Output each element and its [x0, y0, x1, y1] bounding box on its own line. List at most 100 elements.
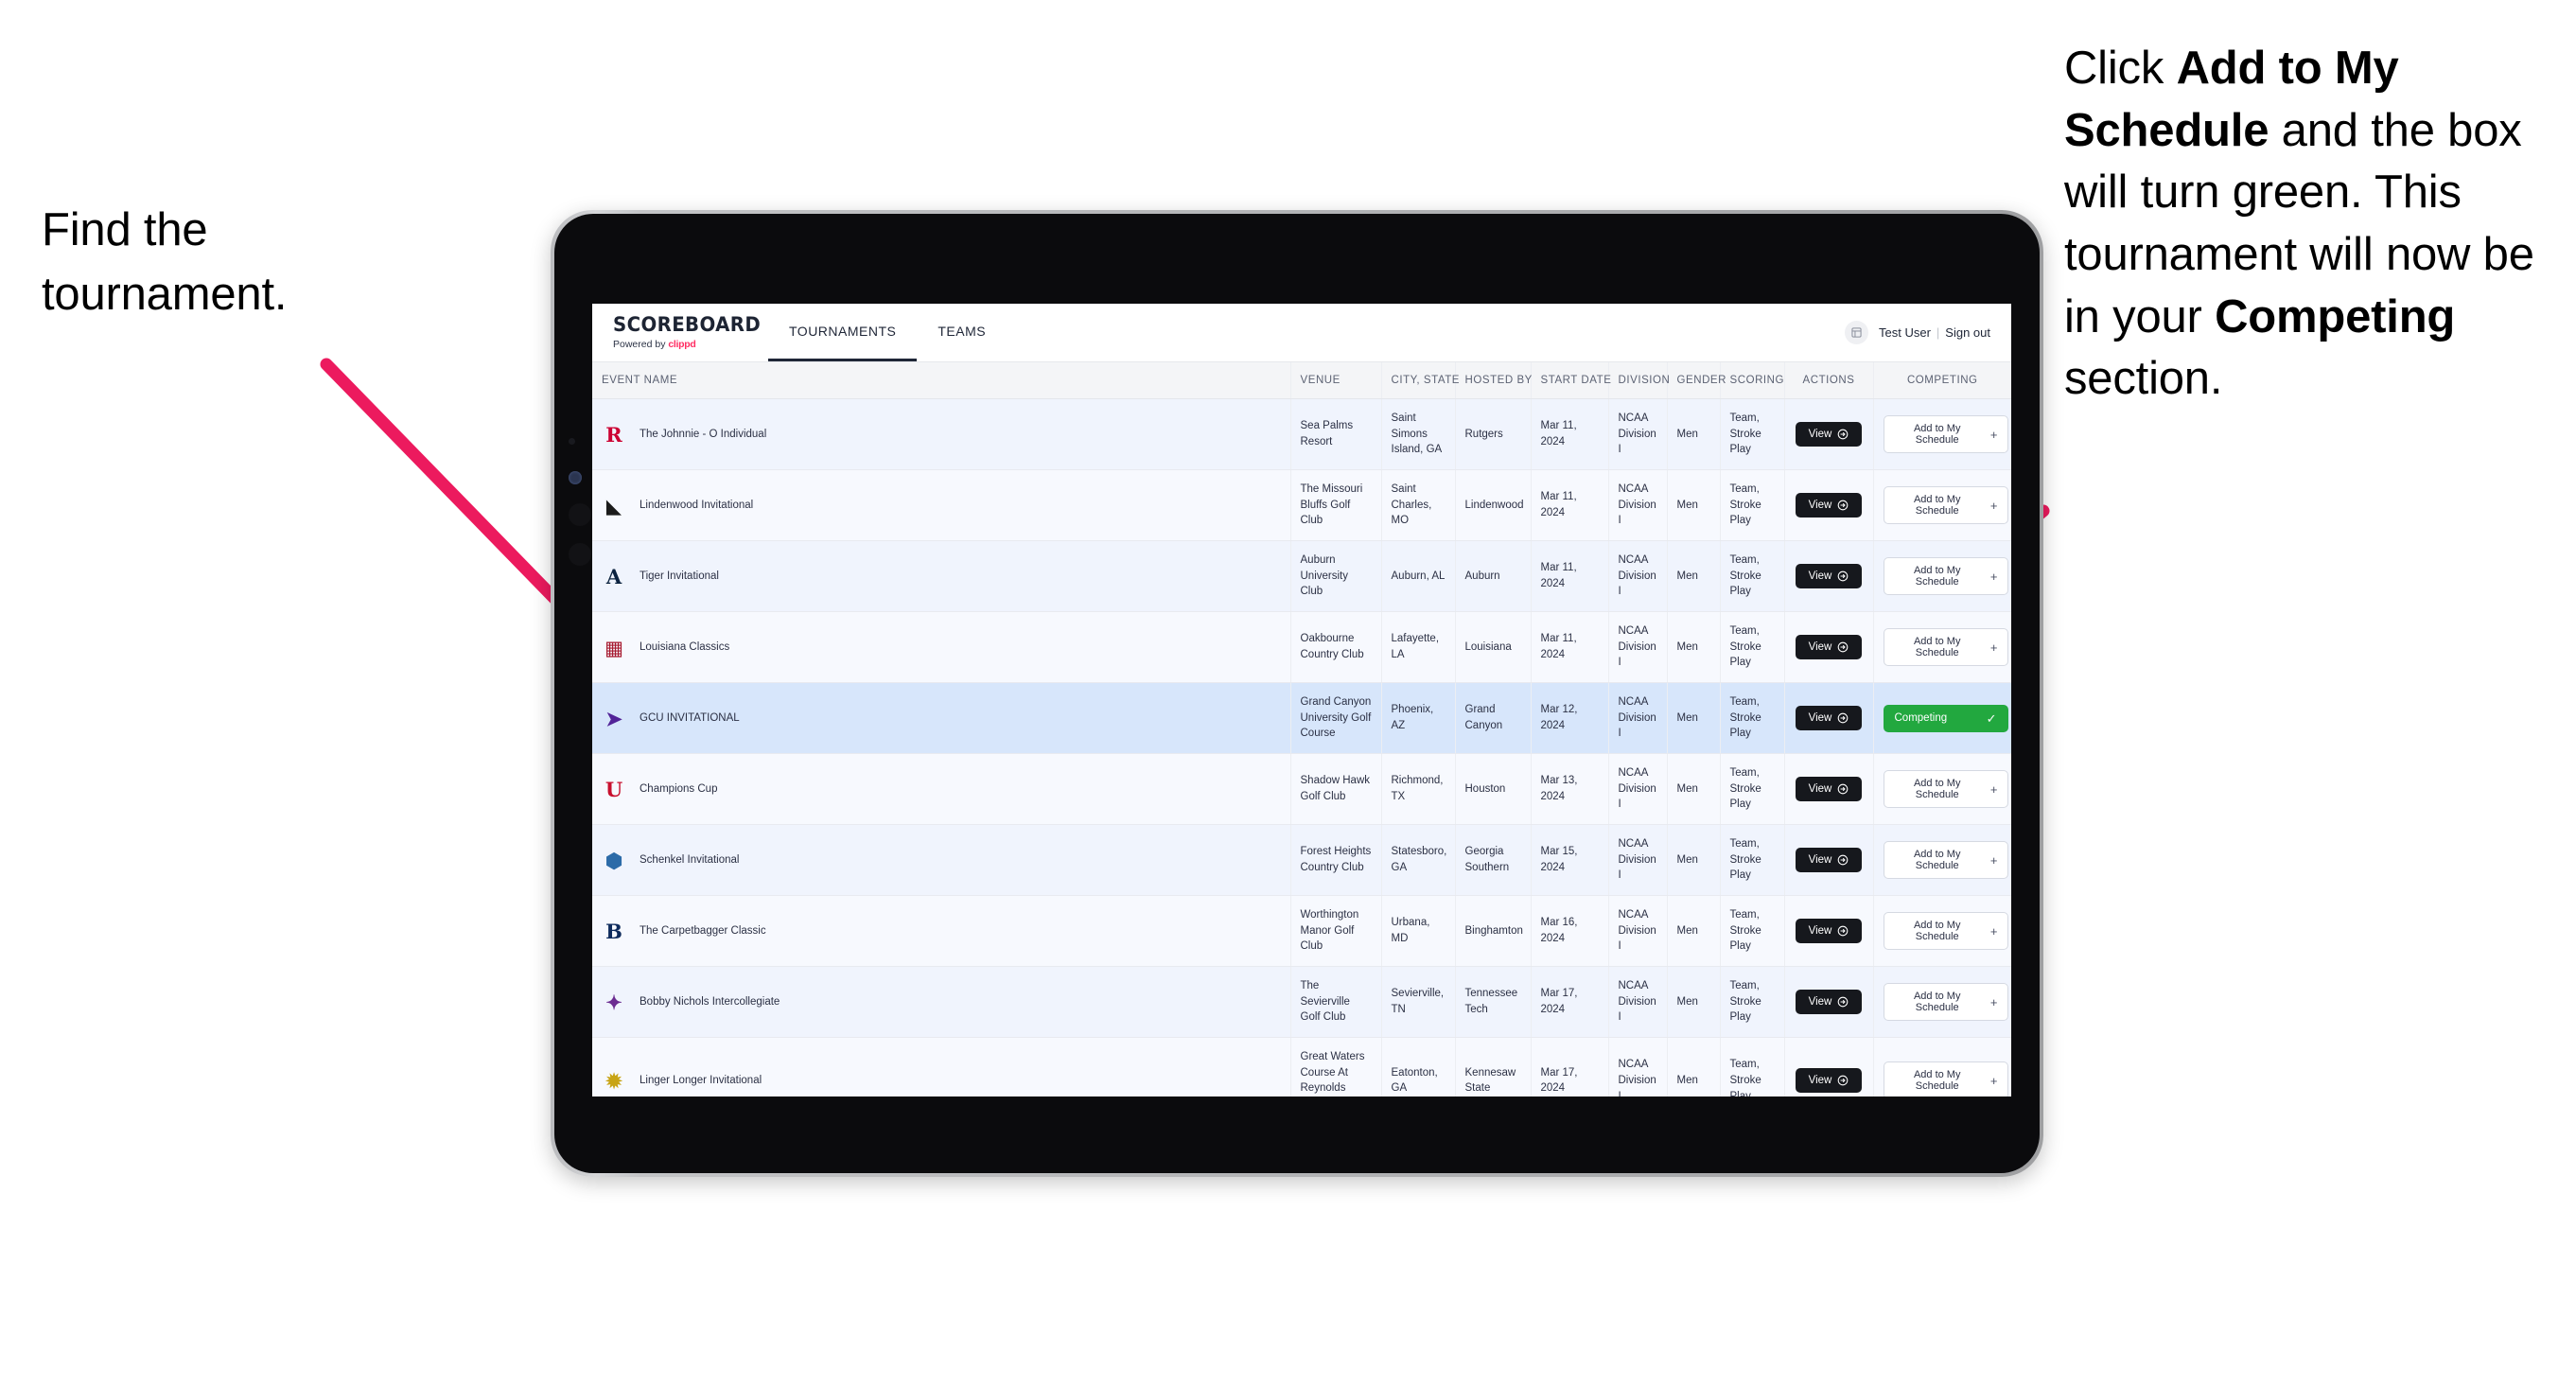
cell-city-state: Lafayette, LA	[1381, 611, 1456, 684]
cell-scoring: Team, Stroke Play	[1720, 398, 1785, 471]
event-name-label: The Carpetbagger Classic	[640, 924, 766, 937]
col-hosted-by[interactable]: HOSTED BY	[1455, 362, 1532, 399]
team-logo-icon: R	[605, 422, 622, 447]
cell-hosted-by: Auburn	[1455, 540, 1532, 613]
arrow-right-circle-icon	[1837, 996, 1849, 1008]
table-row[interactable]: ◣ Lindenwood Invitational The Missouri Blu…	[592, 469, 2011, 542]
view-button[interactable]: View	[1796, 1068, 1862, 1094]
account-area: Test User | Sign out	[1845, 304, 2011, 361]
view-button[interactable]: View	[1796, 777, 1862, 802]
table-row[interactable]: ➤ GCU INVITATIONAL Grand Canyon University…	[592, 682, 2011, 755]
competing-label: Competing	[1894, 712, 1948, 725]
add-to-my-schedule-button[interactable]: Add to My Schedule +	[1883, 770, 2008, 809]
cell-start-date: Mar 13, 2024	[1531, 753, 1609, 826]
plus-icon: +	[1989, 994, 1998, 1009]
add-to-my-schedule-button[interactable]: Add to My Schedule +	[1883, 557, 2008, 596]
tab-teams[interactable]: TEAMS	[917, 304, 1007, 361]
cell-scoring: Team, Stroke Play	[1720, 469, 1785, 542]
view-button[interactable]: View	[1796, 635, 1862, 660]
view-button[interactable]: View	[1796, 706, 1862, 731]
plus-icon: +	[1989, 427, 1998, 442]
col-scoring[interactable]: SCORING	[1720, 362, 1785, 399]
cell-competing: Competing ✓	[1873, 682, 2011, 755]
col-start-date[interactable]: START DATE	[1531, 362, 1611, 399]
view-button-label: View	[1808, 1075, 1832, 1087]
event-name-wrap: R The Johnnie - O Individual	[602, 422, 1281, 447]
table-header-row: EVENT NAME VENUE CITY, STATE HOSTED BY S…	[592, 362, 2011, 399]
add-to-my-schedule-button[interactable]: Add to My Schedule +	[1883, 912, 2008, 951]
cell-start-date: Mar 12, 2024	[1531, 682, 1609, 755]
col-division[interactable]: DIVISION	[1608, 362, 1670, 399]
cell-gender: Men	[1667, 753, 1721, 826]
view-button-label: View	[1808, 783, 1832, 796]
col-venue[interactable]: VENUE	[1290, 362, 1382, 399]
cell-hosted-by: Houston	[1455, 753, 1532, 826]
cell-venue: Oakbourne Country Club	[1290, 611, 1382, 684]
view-button[interactable]: View	[1796, 564, 1862, 589]
plus-icon: +	[1989, 498, 1998, 513]
plus-icon: +	[1989, 781, 1998, 797]
cell-start-date: Mar 11, 2024	[1531, 398, 1609, 471]
add-to-my-schedule-button[interactable]: Add to My Schedule +	[1883, 486, 2008, 525]
cell-division: NCAA Division I	[1608, 895, 1668, 968]
cell-scoring: Team, Stroke Play	[1720, 682, 1785, 755]
cell-scoring: Team, Stroke Play	[1720, 753, 1785, 826]
table-row[interactable]: ✦ Bobby Nichols Intercollegiate The Sevier…	[592, 966, 2011, 1039]
add-to-my-schedule-button[interactable]: Add to My Schedule +	[1883, 415, 2008, 453]
table-row[interactable]: ▦ Louisiana Classics Oakbourne Country Clu…	[592, 611, 2011, 684]
col-gender[interactable]: GENDER	[1667, 362, 1726, 399]
table-row[interactable]: A Tiger Invitational Auburn University Clu…	[592, 540, 2011, 613]
view-button-label: View	[1808, 641, 1832, 654]
cell-division: NCAA Division I	[1608, 753, 1668, 826]
view-button[interactable]: View	[1796, 493, 1862, 518]
add-to-my-schedule-button[interactable]: Add to My Schedule +	[1883, 983, 2008, 1022]
col-event-name[interactable]: EVENT NAME	[592, 362, 1291, 399]
table-row[interactable]: ⬢ Schenkel Invitational Forest Heights Cou…	[592, 824, 2011, 897]
add-to-my-schedule-button[interactable]: Add to My Schedule +	[1883, 1061, 2008, 1097]
add-to-my-schedule-button[interactable]: Add to My Schedule +	[1883, 628, 2008, 667]
cell-actions: View	[1784, 469, 1874, 542]
table-row[interactable]: B The Carpetbagger Classic Worthington Man…	[592, 895, 2011, 968]
view-button-label: View	[1808, 570, 1832, 583]
tablet-device: SCOREBOARD Powered by clippd TOURNAMENTS…	[551, 210, 2043, 1177]
view-button[interactable]: View	[1796, 422, 1862, 447]
cell-actions: View	[1784, 966, 1874, 1039]
col-city-state[interactable]: CITY, STATE	[1381, 362, 1459, 399]
cell-hosted-by: Grand Canyon	[1455, 682, 1532, 755]
team-logo-icon: ➤	[605, 706, 622, 730]
cell-scoring: Team, Stroke Play	[1720, 1037, 1785, 1097]
competing-status-button[interactable]: Competing ✓	[1883, 704, 2008, 732]
cell-division: NCAA Division I	[1608, 611, 1668, 684]
cell-start-date: Mar 17, 2024	[1531, 966, 1609, 1039]
add-to-my-schedule-label: Add to My Schedule	[1913, 636, 1961, 659]
main-nav: TOURNAMENTS TEAMS	[768, 304, 1007, 361]
add-to-my-schedule-button[interactable]: Add to My Schedule +	[1883, 841, 2008, 880]
event-name-wrap: ◣ Lindenwood Invitational	[602, 493, 1281, 518]
table-row[interactable]: ✹ Linger Longer Invitational Great Waters …	[592, 1037, 2011, 1097]
cell-event-name: U Champions Cup	[592, 753, 1291, 826]
view-button[interactable]: View	[1796, 848, 1862, 873]
view-button[interactable]: View	[1796, 919, 1862, 944]
signout-link[interactable]: Sign out	[1945, 325, 1990, 340]
cell-gender: Men	[1667, 540, 1721, 613]
cell-gender: Men	[1667, 966, 1721, 1039]
cell-competing: Add to My Schedule +	[1873, 540, 2011, 613]
cell-hosted-by: Binghamton	[1455, 895, 1532, 968]
col-competing: COMPETING	[1873, 362, 2011, 399]
tournaments-table-scroll[interactable]: EVENT NAME VENUE CITY, STATE HOSTED BY S…	[592, 362, 2011, 1097]
arrow-right-circle-icon	[1837, 1075, 1849, 1086]
event-name-wrap: ▦ Louisiana Classics	[602, 635, 1281, 659]
view-button[interactable]: View	[1796, 990, 1862, 1015]
cell-gender: Men	[1667, 611, 1721, 684]
cell-actions: View	[1784, 895, 1874, 968]
cell-venue: The Missouri Bluffs Golf Club	[1290, 469, 1382, 542]
table-row[interactable]: R The Johnnie - O Individual Sea Palms Res…	[592, 398, 2011, 471]
team-logo-icon: ✹	[605, 1068, 622, 1093]
tab-tournaments[interactable]: TOURNAMENTS	[768, 304, 918, 361]
cell-city-state: Saint Simons Island, GA	[1381, 398, 1456, 471]
user-avatar-icon[interactable]	[1845, 321, 1868, 344]
view-button-label: View	[1808, 429, 1832, 440]
table-row[interactable]: U Champions Cup Shadow Hawk Golf Club Richm…	[592, 753, 2011, 826]
brand-logo[interactable]: SCOREBOARD Powered by clippd	[592, 304, 761, 361]
event-name-label: Linger Longer Invitational	[640, 1075, 762, 1087]
